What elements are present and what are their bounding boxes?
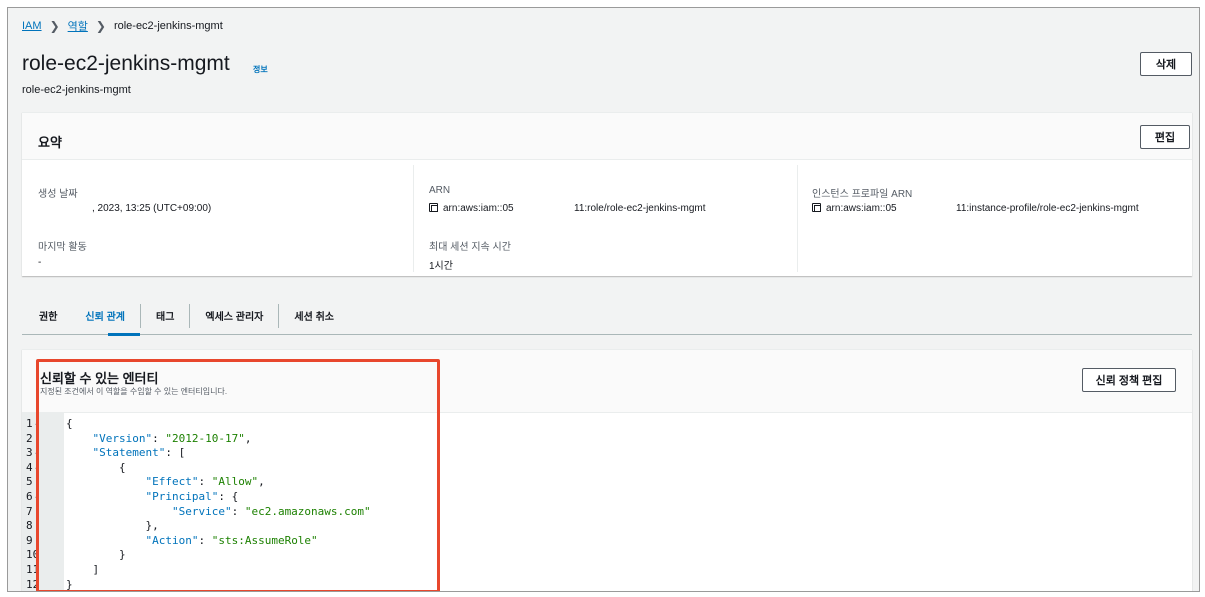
summary-column-arn: ARN arn:aws:iam::05 11:role/role-ec2-jen… [414, 165, 798, 272]
line-number: 7 [26, 504, 33, 518]
tab-permissions[interactable]: 권한 [22, 297, 70, 335]
arn-label: ARN [429, 185, 451, 196]
instance-profile-suffix: 11:instance-profile/role-ec2-jenkins-mgm… [956, 203, 1139, 214]
tab-revoke-sessions[interactable]: 세션 취소 [279, 297, 349, 335]
iam-role-page: IAM ❯ 역할 ❯ role-ec2-jenkins-mgmt role-ec… [7, 7, 1200, 592]
arn-value: arn:aws:iam::05 [429, 203, 514, 214]
breadcrumb-roles-link[interactable]: 역할 [68, 18, 88, 34]
summary-column-dates: 생성 날짜 , 2023, 13:25 (UTC+09:00) 마지막 활동 - [22, 165, 414, 272]
tab-bar: 권한 신뢰 관계 태그 엑세스 관리자 세션 취소 [22, 297, 1192, 336]
summary-column-instance-profile: 인스턴스 프로파일 ARN arn:aws:iam::05 11:instanc… [798, 165, 1192, 272]
line-number: 6 ▾ [26, 490, 39, 503]
tab-access-advisor[interactable]: 엑세스 관리자 [190, 297, 278, 335]
created-value: , 2023, 13:25 (UTC+09:00) [92, 203, 212, 214]
tab-tags[interactable]: 태그 [141, 297, 189, 335]
code-line: "Service": "ec2.amazonaws.com" [171, 504, 371, 518]
code-line: "Action": "sts:AssumeRole" [145, 533, 318, 547]
code-line: { [66, 417, 73, 430]
page-title: role-ec2-jenkins-mgmt [22, 52, 230, 75]
line-number: 3 ▾ [26, 446, 39, 460]
tab-trust-relationships[interactable]: 신뢰 관계 [70, 297, 140, 336]
summary-title: 요약 [38, 135, 62, 150]
edit-trust-policy-button[interactable]: 신뢰 정책 편집 [1082, 368, 1176, 392]
line-number: 9 [26, 533, 33, 547]
line-number: 4 ▾ [26, 460, 39, 474]
code-line: "Principal": { [145, 490, 239, 503]
last-activity-label: 마지막 활동 [38, 242, 87, 253]
breadcrumb-current: role-ec2-jenkins-mgmt [113, 20, 223, 32]
breadcrumb-iam-link[interactable]: IAM [22, 20, 42, 32]
arn-suffix: 11:role/role-ec2-jenkins-mgmt [574, 203, 706, 214]
trusted-entities-panel: 신뢰할 수 있는 엔터티 지정된 조건에서 이 역할을 수임할 수 있는 엔터티… [22, 349, 1192, 591]
trusted-entities-description: 지정된 조건에서 이 역할을 수임할 수 있는 엔터티입니다. [40, 387, 228, 396]
code-line: }, [66, 519, 159, 533]
delete-button[interactable]: 삭제 [1140, 52, 1192, 76]
code-line: "Version": "2012-10-17", [92, 431, 252, 445]
chevron-right-icon: ❯ [49, 19, 60, 33]
line-number: 8 [26, 519, 33, 533]
arn-prefix: arn:aws:iam::05 [443, 203, 514, 214]
summary-panel: 요약 편집 생성 날짜 , 2023, 13:25 (UTC+09:00) 마지… [22, 112, 1192, 276]
instance-profile-prefix: arn:aws:iam::05 [826, 203, 897, 214]
fold-toggle-icon[interactable]: ▾ [35, 494, 39, 502]
code-line: "Effect": "Allow", [145, 475, 265, 489]
breadcrumb: IAM ❯ 역할 ❯ role-ec2-jenkins-mgmt [22, 18, 223, 34]
line-number: 10 [26, 548, 40, 562]
copy-icon[interactable] [812, 203, 821, 212]
code-line: "Statement": [ [92, 446, 186, 460]
line-number: 11 [26, 563, 40, 576]
created-label: 생성 날짜 [38, 189, 78, 200]
instance-profile-label: 인스턴스 프로파일 ARN [812, 189, 913, 200]
fold-toggle-icon[interactable]: ▾ [35, 421, 39, 429]
line-number-gutter: 1 ▾ 2 3 ▾ 4 ▾ 5 6 ▾ 7 8 9 10 11 12 [22, 413, 64, 591]
code-line: ] [66, 563, 100, 576]
page-subtitle: role-ec2-jenkins-mgmt [22, 84, 131, 96]
max-session-value: 1시간 [429, 261, 453, 272]
code-line: { [66, 460, 126, 474]
fold-toggle-icon[interactable]: ▾ [35, 450, 39, 458]
copy-icon[interactable] [429, 203, 438, 212]
line-number: 1 ▾ [26, 417, 39, 430]
info-link[interactable]: 정보 [253, 64, 268, 75]
summary-header: 요약 편집 [22, 113, 1192, 160]
fold-toggle-icon[interactable]: ▾ [35, 465, 39, 473]
code-line: } [66, 548, 126, 562]
trusted-entities-title: 신뢰할 수 있는 엔터티 [40, 371, 159, 386]
edit-button[interactable]: 편집 [1140, 125, 1190, 149]
last-activity-value: - [38, 257, 42, 268]
line-number: 2 [26, 431, 33, 445]
max-session-label: 최대 세션 지속 시간 [429, 242, 511, 253]
code-line: } [66, 577, 73, 591]
trusted-entities-header: 신뢰할 수 있는 엔터티 지정된 조건에서 이 역할을 수임할 수 있는 엔터티… [22, 350, 1192, 412]
line-number: 5 [26, 475, 33, 489]
instance-profile-value: arn:aws:iam::05 [812, 203, 897, 214]
line-number: 12 [26, 577, 40, 591]
chevron-right-icon: ❯ [95, 19, 106, 33]
trust-policy-editor[interactable]: 1 ▾ 2 3 ▾ 4 ▾ 5 6 ▾ 7 8 9 10 11 12 { "Version": "2012-1… [22, 412, 1192, 591]
